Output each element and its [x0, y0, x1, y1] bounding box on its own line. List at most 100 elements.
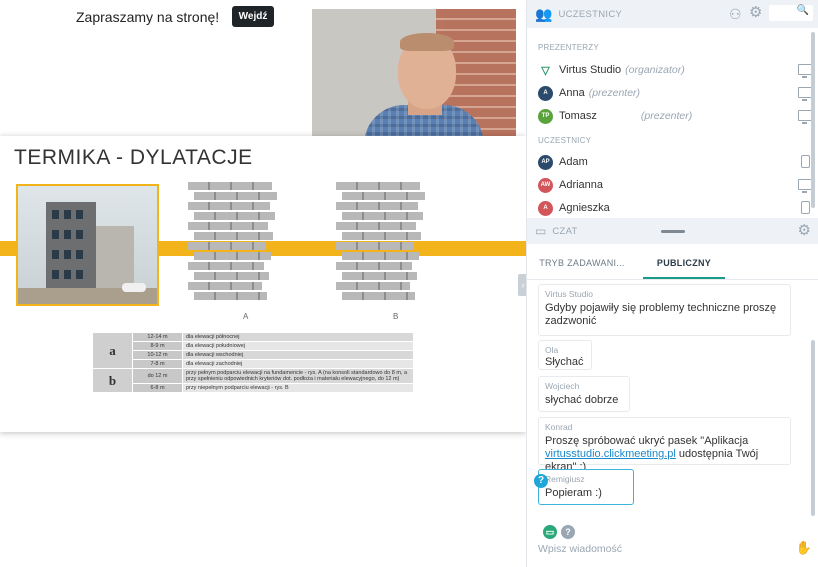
chat-settings-icon[interactable]: ⚙ [798, 223, 811, 238]
brick-wall-diagram-b [336, 182, 428, 304]
brick-row [188, 202, 270, 210]
desktop-device-icon [798, 87, 812, 101]
sidebar: 👥 UCZESTNICY ⚇ ⚙ 🔍 PREZENTERZY ▽ Virtus S… [526, 0, 818, 567]
brick-row [336, 242, 414, 250]
avatar: TP [538, 108, 553, 124]
brick-row [194, 252, 271, 260]
building-photo [16, 184, 159, 306]
brick-row [188, 282, 262, 290]
chat-message: Virtus Studio Gdyby pojawiły się problem… [538, 284, 791, 336]
brick-row [342, 272, 417, 280]
table-desc-cell: dla elewacji wschodniej [182, 350, 414, 360]
question-icon: ? [534, 474, 548, 488]
participant-item[interactable]: AP Adam [538, 153, 812, 171]
table-group-cell: a [92, 332, 133, 369]
avatar: A [538, 200, 553, 216]
participant-name: Adrianna [559, 179, 604, 191]
table-desc-cell: dla elewacji północnej [182, 332, 414, 342]
participants-header: 👥 UCZESTNICY ⚇ ⚙ 🔍 [527, 0, 818, 28]
tab-public[interactable]: PUBLICZNY [643, 244, 725, 279]
message-text: Słychać [545, 356, 584, 368]
settings-icon[interactable]: ⚙ [749, 5, 762, 20]
table-row: a 12-14 m dla elewacji północnej [92, 332, 414, 369]
brick-row [188, 242, 266, 250]
table-desc-cell: przy pełnym podparciu elewacji na fundam… [182, 368, 414, 384]
brick-row [336, 262, 412, 270]
table-row: 6-8 m przy niepełnym podparciu elewacji -… [93, 383, 414, 393]
slide-title: TERMIKA - DYLATACJE [14, 146, 253, 169]
table-row: 10-12 m dla elewacji wschodniej [93, 350, 414, 360]
participant-name: Tomasz [559, 110, 597, 122]
table-range-cell: 6-8 m [132, 383, 183, 393]
resize-handle[interactable] [661, 230, 685, 233]
participant-item[interactable]: A Agnieszka [538, 199, 812, 217]
table-row: 8-9 m dla elewacji południowej [93, 341, 414, 351]
avatar: A [538, 85, 553, 101]
table-desc-cell: dla elewacji zachodniej [182, 359, 414, 369]
participant-name: Adam [559, 156, 588, 168]
message-link[interactable]: virtusstudio.clickmeeting.pl [545, 448, 676, 460]
brick-row [336, 222, 416, 230]
chat-bubble-icon[interactable]: ▭ [543, 525, 557, 539]
participant-item[interactable]: AW Adrianna [538, 176, 812, 194]
brick-row [342, 232, 421, 240]
participant-name: Agnieszka [559, 202, 610, 214]
brick-row [194, 232, 273, 240]
table-group-cell: b [92, 368, 133, 393]
participant-role: (prezenter) [588, 87, 641, 99]
message-text: Popieram :) [545, 487, 602, 499]
table-range-cell: 12-14 m [132, 332, 183, 342]
message-author: Wojciech [545, 381, 580, 391]
participant-role: (organizator) [625, 64, 685, 76]
desktop-device-icon [798, 110, 812, 124]
table-range-cell: 7-8 m [132, 359, 183, 369]
participants-icon: 👥 [535, 6, 553, 22]
participants-scrollbar[interactable] [811, 32, 815, 208]
search-button[interactable]: 🔍 [769, 5, 813, 21]
mobile-device-icon [801, 155, 810, 168]
message-author: Remigiusz [545, 474, 585, 484]
chat-message: Wojciech słychać dobrze [538, 376, 630, 412]
spec-table: a 12-14 m dla elewacji północnej 8-9 m dla e… [92, 332, 414, 393]
enter-button[interactable]: Wejdź [232, 6, 274, 27]
wall-a-label: A [243, 312, 249, 321]
brick-row [194, 272, 269, 280]
raise-hand-icon[interactable]: ✋ [796, 540, 812, 556]
participant-item[interactable]: A Anna (prezenter) [538, 84, 812, 102]
participant-name: Virtus Studio [559, 64, 622, 76]
table-row: b do 12 m przy pełnym podparciu elewacji n… [92, 368, 414, 393]
chat-message: Konrad Proszę spróbować ukryć pasek "Apl… [538, 417, 791, 473]
message-text: słychać dobrze [545, 394, 619, 406]
desktop-device-icon [798, 64, 812, 78]
participant-item[interactable]: TP Tomasz (prezenter) [538, 107, 812, 125]
message-author: Konrad [545, 422, 573, 432]
table-range-cell: do 12 m [132, 368, 183, 384]
brick-wall-diagram-a [188, 182, 280, 304]
message-author: Ola [545, 345, 559, 355]
add-user-icon[interactable]: ⚇ [729, 7, 742, 21]
avatar: AW [538, 177, 553, 193]
chat-tabs: TRYB ZADAWANI... PUBLICZNY [527, 244, 818, 280]
participant-role: (prezenter) [640, 110, 693, 122]
brick-row [342, 212, 423, 220]
brick-row [194, 212, 275, 220]
brick-row [342, 292, 415, 300]
participant-name: Anna [559, 87, 585, 99]
tab-questions[interactable]: TRYB ZADAWANI... [527, 244, 637, 279]
avatar: AP [538, 154, 553, 170]
brick-row [336, 202, 418, 210]
presenter-hair [400, 33, 454, 51]
car [122, 283, 146, 292]
ask-question-icon[interactable]: ? [561, 525, 575, 539]
brick-row [188, 222, 268, 230]
organizer-icon: ▽ [541, 64, 550, 77]
message-text: Gdyby pojawiły się problemy techniczne p… [545, 302, 777, 327]
message-input[interactable] [538, 541, 788, 557]
brick-row [194, 192, 277, 200]
participant-item[interactable]: ▽ Virtus Studio (organizator) [538, 61, 812, 79]
brick-row [342, 252, 419, 260]
message-author: Virtus Studio [545, 289, 594, 299]
chat-scrollbar[interactable] [811, 340, 815, 516]
search-icon: 🔍 [796, 5, 809, 16]
welcome-text: Zapraszamy na stronę! [76, 9, 220, 25]
